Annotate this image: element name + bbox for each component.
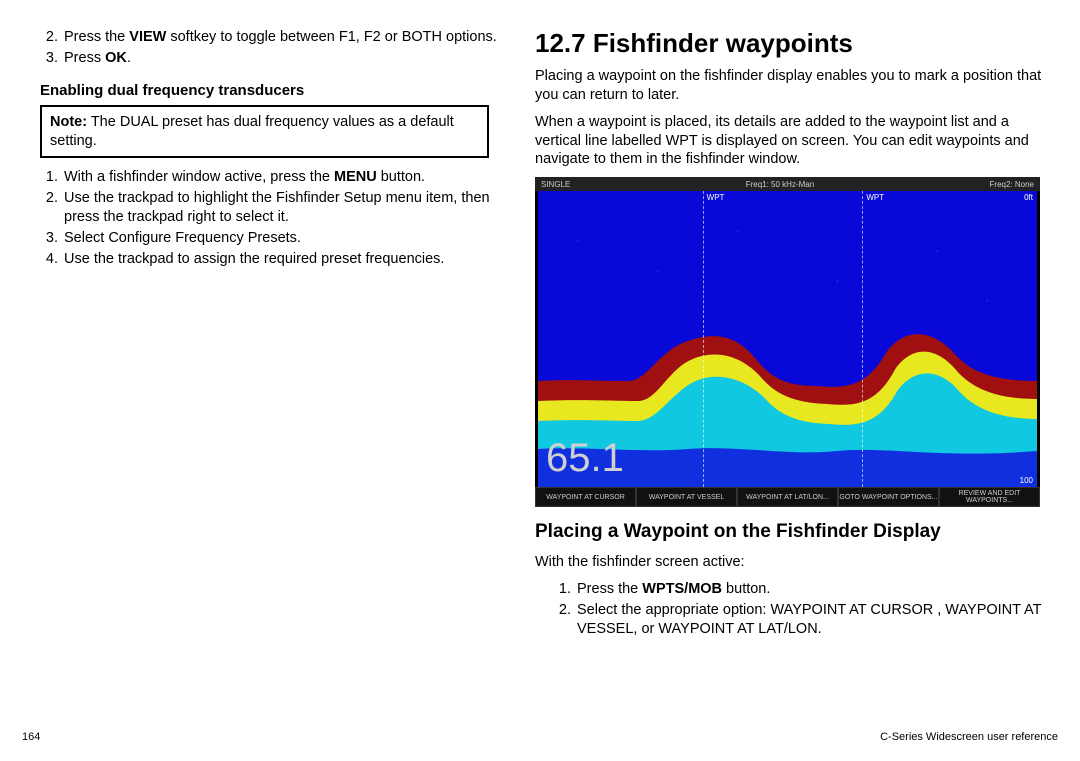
step-item: With a fishfinder window active, press t… [62, 168, 507, 187]
step-item: Use the trackpad to highlight the Fishfi… [62, 189, 507, 227]
softkey: WAYPOINT AT CURSOR [535, 487, 636, 507]
right-steps: Press the WPTS/MOB button. Select the app… [535, 580, 1058, 639]
page-number: 164 [22, 731, 40, 743]
intro-line: With the fishfinder screen active: [535, 553, 1058, 572]
left-steps-bottom: With a fishfinder window active, press t… [22, 168, 507, 268]
step-item: Select Configure Frequency Presets. [62, 229, 507, 248]
paragraph-1: Placing a waypoint on the fishfinder dis… [535, 67, 1058, 105]
note-box: Note: The DUAL preset has dual frequency… [40, 105, 489, 159]
note-label: Note: [50, 114, 87, 130]
step-item: Select the appropriate option: WAYPOINT … [575, 601, 1058, 639]
softkey: REVIEW AND EDIT WAYPOINTS... [939, 487, 1040, 507]
step-item: Press the WPTS/MOB button. [575, 580, 1058, 599]
ff-top-mid: Freq1: 50 kHz-Man [746, 180, 814, 189]
enable-dual-heading: Enabling dual frequency transducers [40, 82, 507, 99]
step-item: Use the trackpad to assign the required … [62, 250, 507, 269]
left-steps-top: Press the VIEW softkey to toggle between… [22, 28, 507, 68]
ff-water: WPT WPT 0ft 100 65.1 [538, 191, 1037, 487]
step-item: Press OK. [62, 49, 507, 68]
footer: 164 C-Series Widescreen user reference [22, 731, 1058, 743]
softkey: WAYPOINT AT VESSEL [636, 487, 737, 507]
step-item: Press the VIEW softkey to toggle between… [62, 28, 507, 47]
wpt-line-1: WPT [703, 191, 704, 487]
depth-reading: 65.1 [546, 436, 624, 481]
scale-bot: 100 [1020, 476, 1033, 485]
ff-top-right: Freq2: None [990, 180, 1034, 189]
wpt-line-2: WPT [862, 191, 863, 487]
softkey: GOTO WAYPOINT OPTIONS... [838, 487, 939, 507]
paragraph-2: When a waypoint is placed, its details a… [535, 113, 1058, 170]
softkey: WAYPOINT AT LAT/LON... [737, 487, 838, 507]
placing-waypoint-heading: Placing a Waypoint on the Fishfinder Dis… [535, 521, 1058, 543]
scale-top: 0ft [1024, 193, 1033, 202]
footer-title: C-Series Widescreen user reference [880, 731, 1058, 743]
fishfinder-screenshot: SINGLE Freq1: 50 kHz-Man Freq2: None [535, 177, 1040, 507]
ff-topbar: SINGLE Freq1: 50 kHz-Man Freq2: None [535, 177, 1040, 191]
section-title: 12.7 Fishfinder waypoints [535, 28, 1058, 59]
note-text: The DUAL preset has dual frequency value… [50, 114, 454, 149]
ff-softkey-bar: WAYPOINT AT CURSORWAYPOINT AT VESSELWAYP… [535, 487, 1040, 507]
ff-top-left: SINGLE [541, 180, 570, 189]
